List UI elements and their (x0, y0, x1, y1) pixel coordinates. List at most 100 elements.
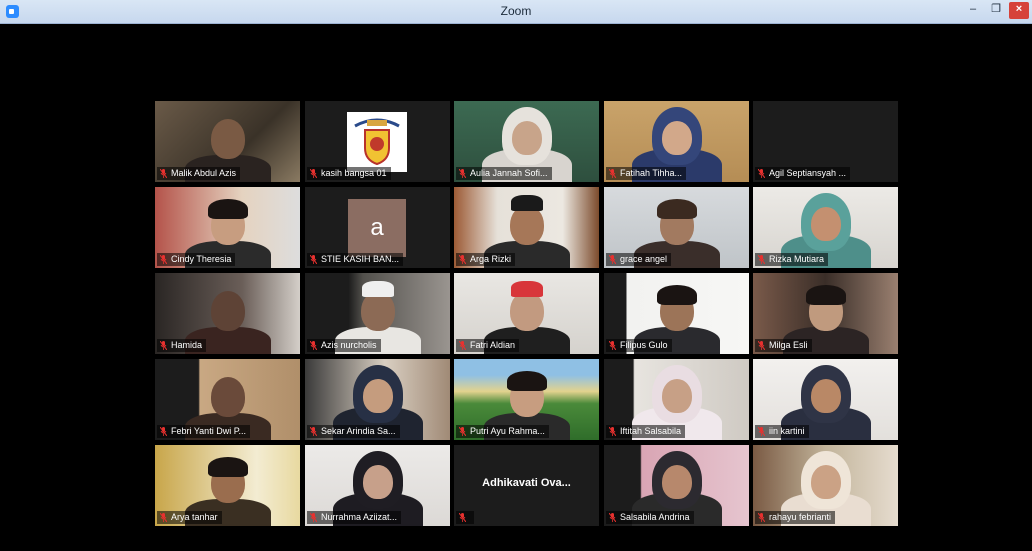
mic-muted-icon (758, 427, 765, 436)
participant-tile[interactable]: Salsabila Andrina (604, 445, 749, 526)
participant-name: Rizka Mutiara (769, 254, 825, 264)
mic-muted-icon (459, 513, 466, 522)
participant-name-label: Sekar Arindia Sa... (307, 425, 400, 438)
close-button[interactable]: × (1009, 2, 1029, 19)
mic-muted-icon (310, 427, 317, 436)
participant-name-label: Arga Rizki (456, 253, 516, 266)
participant-tile[interactable]: Hamida (155, 273, 300, 354)
participant-name: kasih bangsa 01 (321, 168, 387, 178)
participant-name-label: STIE KASIH BAN... (307, 253, 404, 266)
participant-name-label: Aulia Jannah Sofi... (456, 167, 552, 180)
participant-name-label: Febri Yanti Dwi P... (157, 425, 251, 438)
mic-muted-icon (160, 341, 167, 350)
participant-tile[interactable]: Iftitah Salsabila (604, 359, 749, 440)
participant-name: Milga Esli (769, 340, 808, 350)
participant-tile[interactable]: Milga Esli (753, 273, 898, 354)
mic-muted-icon (310, 341, 317, 350)
participant-name-label: Salsabila Andrina (606, 511, 694, 524)
participant-name-label: Malik Abdul Azis (157, 167, 241, 180)
participant-tile[interactable]: Malik Abdul Azis (155, 101, 300, 182)
participant-name-label: Fatihah Tihha... (606, 167, 687, 180)
minimize-button[interactable]: – (962, 2, 984, 19)
participant-tile[interactable]: Cindy Theresia (155, 187, 300, 268)
participant-tile[interactable]: grace angel (604, 187, 749, 268)
participant-tile[interactable]: Agil Septiansyah ... (753, 101, 898, 182)
participant-name-label (456, 511, 474, 524)
maximize-button[interactable]: ❐ (985, 2, 1007, 19)
mic-muted-icon (609, 341, 616, 350)
participant-tile[interactable]: Arga Rizki (454, 187, 599, 268)
mic-muted-icon (160, 513, 167, 522)
mic-muted-icon (609, 513, 616, 522)
organization-logo (347, 112, 407, 172)
mic-muted-icon (160, 255, 167, 264)
participant-tile[interactable]: iin kartini (753, 359, 898, 440)
participant-name-label: kasih bangsa 01 (307, 167, 391, 180)
participant-tile[interactable]: Fatri Aldian (454, 273, 599, 354)
participant-name: iin kartini (769, 426, 805, 436)
participant-tile[interactable]: Azis nurcholis (305, 273, 450, 354)
mic-muted-icon (609, 427, 616, 436)
participant-name-label: grace angel (606, 253, 672, 266)
mic-muted-icon (758, 341, 765, 350)
mic-muted-icon (160, 169, 167, 178)
participant-name: Iftitah Salsabila (620, 426, 682, 436)
participant-name: Malik Abdul Azis (171, 168, 237, 178)
participant-name-label: Hamida (157, 339, 207, 352)
participant-tile[interactable]: kasih bangsa 01 (305, 101, 450, 182)
participant-name: Salsabila Andrina (620, 512, 690, 522)
participant-name-label: Putri Ayu Rahma... (456, 425, 549, 438)
participant-tile[interactable]: Aulia Jannah Sofi... (454, 101, 599, 182)
participant-name: Sekar Arindia Sa... (321, 426, 396, 436)
participant-tile[interactable]: Arya tanhar (155, 445, 300, 526)
participant-name-label: Fatri Aldian (456, 339, 520, 352)
mic-muted-icon (758, 513, 765, 522)
mic-muted-icon (310, 169, 317, 178)
participant-tile[interactable]: Febri Yanti Dwi P... (155, 359, 300, 440)
participant-name: Febri Yanti Dwi P... (171, 426, 247, 436)
participant-name: rahayu febrianti (769, 512, 832, 522)
participant-name-label: iin kartini (755, 425, 809, 438)
participant-name: STIE KASIH BAN... (321, 254, 400, 264)
participant-display-name: Adhikavati Ova... (482, 477, 571, 489)
avatar: a (348, 199, 406, 257)
mic-muted-icon (459, 169, 466, 178)
participant-name: grace angel (620, 254, 668, 264)
participant-name-label: Iftitah Salsabila (606, 425, 686, 438)
participant-name: Fatri Aldian (470, 340, 516, 350)
mic-muted-icon (310, 513, 317, 522)
participant-name: Nurrahma Aziizat... (321, 512, 398, 522)
window-title: Zoom (500, 4, 532, 18)
participant-name-label: Milga Esli (755, 339, 812, 352)
mic-muted-icon (609, 255, 616, 264)
participant-tile[interactable]: a STIE KASIH BAN... (305, 187, 450, 268)
mic-muted-icon (459, 427, 466, 436)
participant-tile[interactable]: Filipus Gulo (604, 273, 749, 354)
participant-tile[interactable]: Fatihah Tihha... (604, 101, 749, 182)
participant-name: Cindy Theresia (171, 254, 232, 264)
participant-name-label: Azis nurcholis (307, 339, 381, 352)
participant-name-label: Nurrahma Aziizat... (307, 511, 402, 524)
participant-name-label: Cindy Theresia (157, 253, 236, 266)
participant-name-label: Filipus Gulo (606, 339, 672, 352)
participant-name-label: Arya tanhar (157, 511, 222, 524)
participant-name: Arga Rizki (470, 254, 512, 264)
mic-muted-icon (758, 169, 765, 178)
participant-tile[interactable]: Adhikavati Ova... (454, 445, 599, 526)
participant-name: Fatihah Tihha... (620, 168, 683, 178)
participant-name: Aulia Jannah Sofi... (470, 168, 548, 178)
participant-name-label: Agil Septiansyah ... (755, 167, 851, 180)
mic-muted-icon (758, 255, 765, 264)
participant-tile[interactable]: Rizka Mutiara (753, 187, 898, 268)
video-stage: Malik Abdul Azis kasih bangsa 01 Aulia Jan… (6, 24, 1026, 548)
mic-muted-icon (459, 341, 466, 350)
participant-tile[interactable]: Nurrahma Aziizat... (305, 445, 450, 526)
participant-tile[interactable]: Sekar Arindia Sa... (305, 359, 450, 440)
mic-muted-icon (609, 169, 616, 178)
mic-muted-icon (310, 255, 317, 264)
participant-tile[interactable]: rahayu febrianti (753, 445, 898, 526)
title-bar: Zoom – ❐ × (0, 0, 1032, 24)
participant-name: Azis nurcholis (321, 340, 377, 350)
mic-muted-icon (459, 255, 466, 264)
participant-tile[interactable]: Putri Ayu Rahma... (454, 359, 599, 440)
